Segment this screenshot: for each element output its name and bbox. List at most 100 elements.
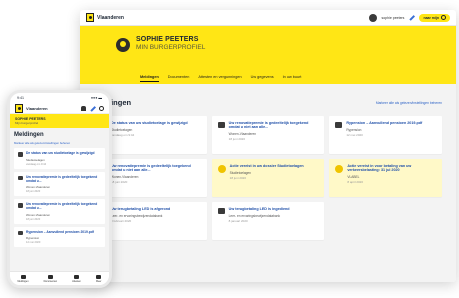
warning-icon [335, 165, 344, 173]
notification-text: De status van uw studietoelage is gewijz… [111, 121, 188, 149]
notification-card[interactable]: Actie vereist in voor betaling van uw ve… [329, 159, 442, 197]
phone-notification-card[interactable]: Uw renovatiepremie is gedeeltelijk toege… [14, 171, 105, 196]
status-signal: ●●● ▬ [90, 96, 102, 100]
edit-icon[interactable] [89, 105, 96, 112]
brand-label[interactable]: Vlaanderen [97, 15, 124, 21]
notifications-panel: Meldingen Markeer alle als gelezen/inste… [80, 84, 456, 282]
profile-subtitle: MIN BURGERPROFIEL [136, 44, 206, 51]
notification-title[interactable]: De status van uw studietoelage is gewijz… [111, 121, 188, 125]
notification-date: vandaag om 9:44 [111, 132, 135, 137]
nav-item-attesten[interactable]: Attesten [72, 274, 81, 283]
tab-uw-gegevens[interactable]: Uw gegevens [251, 75, 274, 82]
screenshot-stage: Vlaanderen sophie peeters naar mijn SOPH… [0, 0, 459, 298]
notification-title[interactable]: Rypension – Aanvullend pensioen 2019.pdf [346, 121, 422, 125]
help-icon[interactable] [99, 105, 104, 111]
notification-date: 12 mei 2020 [26, 241, 41, 244]
phone-status-bar: 9:41 ●●● ▬ [10, 93, 109, 103]
tab-meldingen[interactable]: Meldingen [140, 75, 159, 82]
tab-in-uw-buurt[interactable]: In uw buurt [283, 75, 302, 82]
nav-label: Meer [95, 279, 102, 283]
phone-manage-link[interactable]: Markeer alle als gelezen/instellingen be… [14, 141, 105, 145]
phone-notifications-panel: Meldingen Markeer alle als gelezen/inste… [10, 128, 109, 271]
notification-card[interactable]: Uw terugbetaling LED is ingediend Leer- e… [211, 202, 325, 240]
mail-icon [18, 230, 23, 235]
notification-date: 18 juni 2020 [26, 190, 41, 193]
notification-date: 8 april 2020 [347, 180, 364, 185]
phone-brand-label[interactable]: Vlaanderen [26, 106, 48, 111]
notification-text: Uw terugbetaling LED is ingediend Leer- e… [229, 207, 290, 235]
notification-source: Wonen-Vlaanderen [26, 185, 51, 189]
profile-button[interactable]: naar mijn [419, 13, 450, 22]
notification-date: 8 januari 2020 [228, 218, 248, 223]
nav-label: Documenten [43, 279, 58, 283]
notification-card[interactable]: Uw renovatiepremie is gedeeltelijk toege… [211, 116, 325, 154]
notification-source: Studietoelagen [229, 170, 251, 175]
notification-date: 12 mei 2020 [346, 132, 363, 137]
notification-title[interactable]: Uw renovatiepremie is gedeeltelijk toege… [229, 121, 319, 130]
status-time: 9:41 [17, 96, 24, 100]
notification-text: Rypension – Aanvullend pensioen 2019.pdf… [26, 230, 94, 245]
notification-source: Wonen-Vlaanderen [26, 212, 51, 217]
phone-bottom-nav: Meldingen Documenten Attesten Meer [10, 271, 109, 285]
notification-title[interactable]: Uw terugbetaling LED is afgerond [111, 207, 170, 211]
notification-date: 18 juni 2020 [111, 180, 128, 185]
notification-card[interactable]: Actie vereist in uw dossier Studietoelag… [211, 159, 325, 197]
user-name[interactable]: sophie peeters [381, 16, 404, 20]
notification-source: Leer- en ervaringsbewijzendatabank [228, 213, 281, 218]
phone-notification-card[interactable]: Rypension – Aanvullend pensioen 2019.pdf… [14, 226, 105, 247]
notification-card[interactable]: Rypension – Aanvullend pensioen 2019.pdf… [329, 116, 442, 154]
vlaanderen-logo-icon[interactable] [86, 13, 94, 22]
phone-profile-subtitle: Mijn burgerprofiel [15, 121, 39, 125]
phone-profile-hero: SOPHIE PEETERS Mijn burgerprofiel [10, 114, 109, 128]
profile-tabs: Meldingen Documenten Attesten en vergunnin… [140, 75, 301, 82]
notification-text: Uw renovatiepremie is gedeeltelijk toege… [111, 164, 201, 192]
profile-hero: SOPHIE PEETERS MIN BURGERPROFIEL Melding… [80, 26, 456, 84]
warning-icon [217, 165, 226, 173]
mail-icon [217, 208, 225, 214]
desktop-topbar: Vlaanderen sophie peeters naar mijn [80, 10, 456, 26]
phone-notification-card[interactable]: Uw renovatiepremie is gedeeltelijk toege… [14, 199, 105, 224]
notification-grid: De status van uw studietoelage is gewijz… [94, 116, 442, 240]
nav-item-documenten[interactable]: Documenten [43, 274, 58, 283]
vlaanderen-logo-icon[interactable] [15, 103, 23, 113]
notification-title[interactable]: De status van uw studietoelage is gewijz… [26, 151, 95, 155]
mail-icon [217, 122, 225, 128]
profile-button-label: naar mijn [423, 15, 439, 20]
notification-text: Actie vereist in uw dossier Studietoelag… [230, 164, 304, 192]
notification-title[interactable]: Uw renovatiepremie is gedeeltelijk toege… [111, 164, 201, 173]
notification-source: Studietoelagen [111, 127, 133, 132]
mail-icon [18, 152, 23, 157]
nav-meer-icon [96, 274, 102, 279]
notification-source: VLABEL [347, 175, 360, 180]
notification-date: 8 februari 2020 [111, 218, 132, 223]
nav-label: Attesten [72, 279, 81, 283]
edit-icon[interactable] [408, 14, 415, 21]
notification-source: Wonen-Vlaanderen [228, 132, 257, 137]
notification-text: Uw renovatiepremie is gedeeltelijk toege… [229, 121, 319, 149]
notification-date: vandaag om 9:44 [26, 162, 47, 166]
notification-title[interactable]: Actie vereist in voor betaling van uw ve… [347, 164, 436, 173]
notification-title[interactable]: Uw renovatiepremie is gedeeltelijk toege… [26, 175, 101, 183]
profile-name: SOPHIE PEETERS [136, 36, 199, 43]
notification-date: 18 juni 2020 [229, 175, 247, 180]
notification-title[interactable]: Rypension – Aanvullend pensioen 2019.pdf [26, 230, 94, 234]
tab-attesten-en-vergunningen[interactable]: Attesten en vergunningen [198, 75, 241, 82]
notification-title[interactable]: Uw renovatiepremie is gedeeltelijk toege… [26, 202, 101, 210]
notification-source: Studietoelagen [26, 157, 45, 162]
nav-meldingen-icon [20, 274, 26, 279]
phone-actions [81, 105, 104, 112]
help-icon [441, 15, 446, 20]
notification-text: Actie vereist in voor betaling van uw ve… [347, 164, 436, 192]
phone-notification-list: De status van uw studietoelage is gewijz… [14, 148, 105, 247]
bell-icon[interactable] [81, 105, 86, 111]
nav-item-meer[interactable]: Meer [95, 274, 102, 283]
tab-documenten[interactable]: Documenten [168, 75, 190, 82]
desktop-window: Vlaanderen sophie peeters naar mijn SOPH… [80, 10, 456, 282]
document-icon [335, 122, 343, 128]
phone-notification-card[interactable]: De status van uw studietoelage is gewijz… [14, 148, 105, 169]
notification-title[interactable]: Actie vereist in uw dossier Studietoelag… [230, 164, 304, 168]
nav-item-meldingen[interactable]: Meldingen [18, 274, 29, 283]
avatar[interactable] [369, 13, 378, 22]
notification-title[interactable]: Uw terugbetaling LED is ingediend [229, 207, 290, 211]
manage-notifications-link[interactable]: Markeer alle als gelezen/instellingen be… [376, 101, 442, 105]
